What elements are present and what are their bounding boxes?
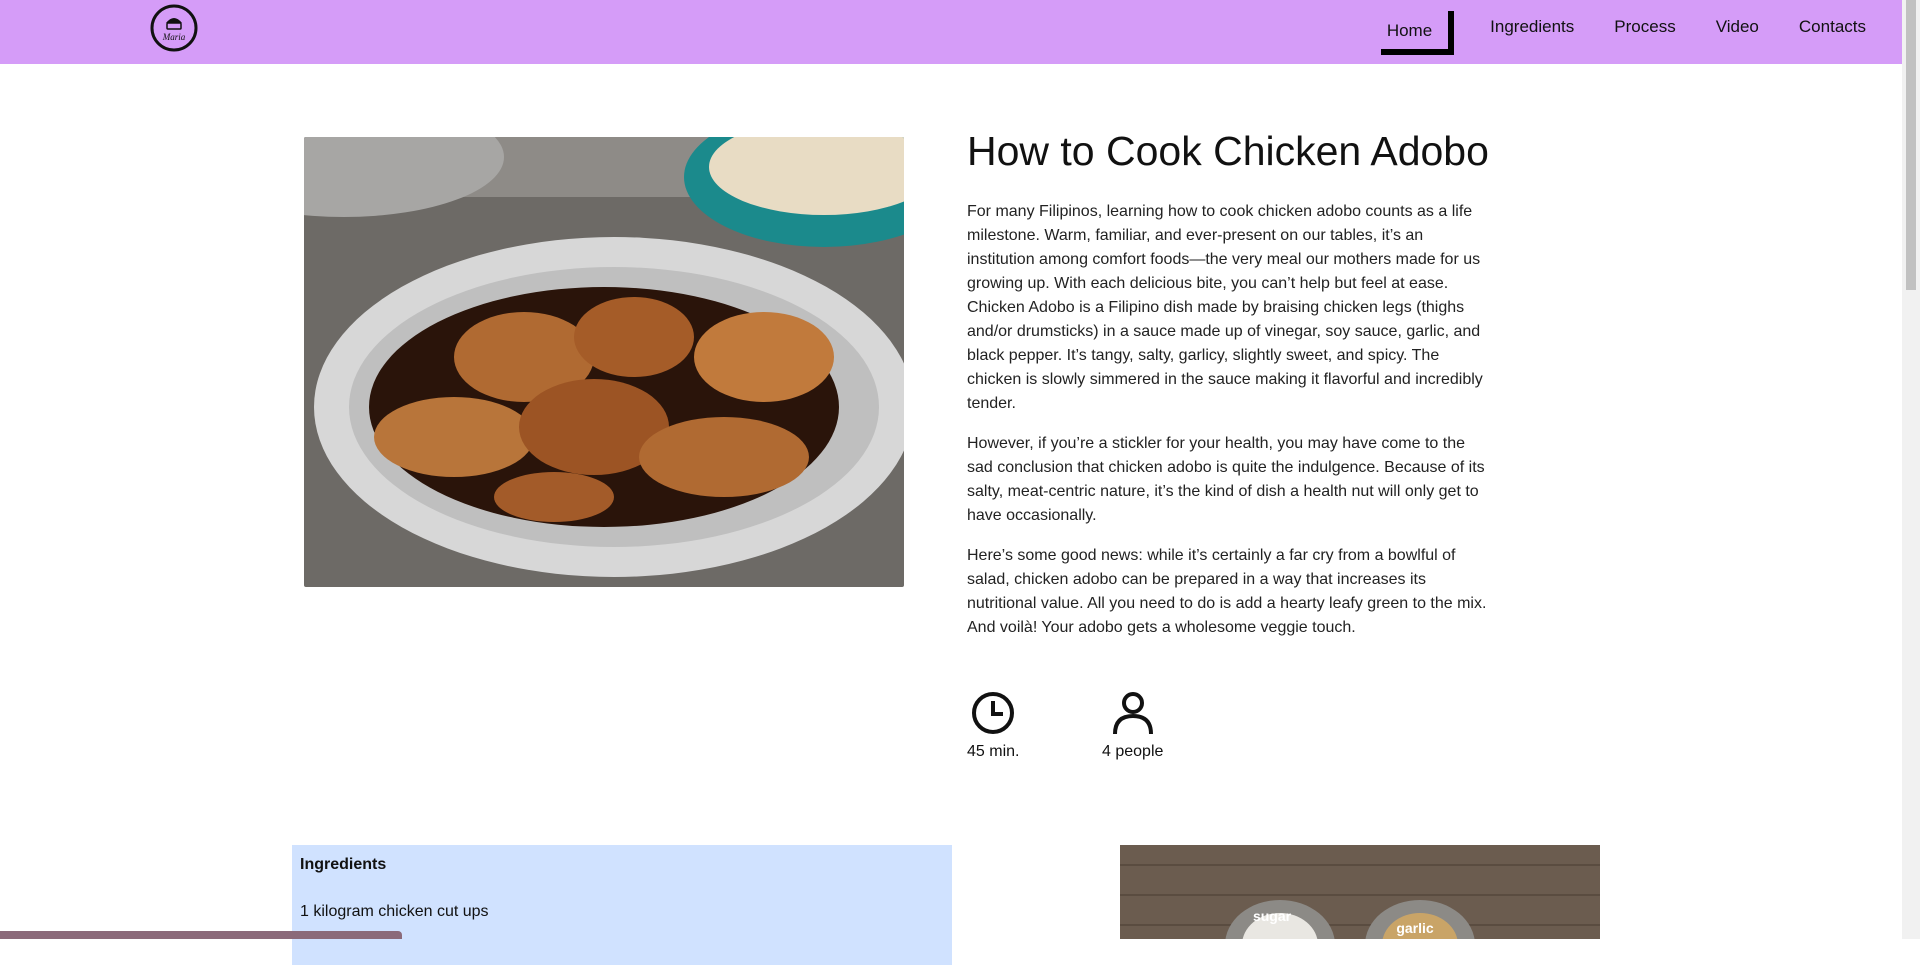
nav-contacts-link[interactable]: Contacts [1795, 11, 1870, 43]
garlic-label: garlic [1396, 920, 1434, 936]
cook-time-label: 45 min. [967, 743, 1020, 760]
cook-time: 45 min. [967, 690, 1019, 761]
article-paragraph: Here’s some good news: while it’s certai… [967, 547, 1487, 636]
nav-home-link[interactable]: Home [1380, 11, 1455, 55]
servings: 4 people [1102, 690, 1163, 761]
page-title: How to Cook Chicken Adobo [967, 128, 1489, 174]
nav-menu: Home Ingredients Process Video Contacts [1380, 0, 1870, 55]
page-scrollbar[interactable] [1902, 0, 1920, 939]
clock-icon [972, 692, 1015, 734]
scrollbar-thumb[interactable] [1906, 0, 1916, 290]
article-paragraph: However, if you’re a stickler for your h… [967, 435, 1485, 524]
nav-ingredients-link[interactable]: Ingredients [1486, 11, 1578, 43]
person-icon [1112, 692, 1153, 735]
nav-process-link[interactable]: Process [1610, 11, 1679, 43]
ingredient-item: 1 kilogram chicken cut ups [300, 903, 489, 920]
ingredients-title: Ingredients [300, 856, 387, 873]
nav-video-link[interactable]: Video [1712, 11, 1763, 43]
navbar: Maria Home Ingredients Process Video Con… [0, 0, 1902, 64]
logo-icon[interactable]: Maria [148, 3, 200, 53]
spices-image: sugar garlic [1120, 845, 1600, 939]
article-paragraph: For many Filipinos, learning how to cook… [967, 203, 1483, 412]
servings-label: 4 people [1102, 743, 1164, 760]
sugar-label: sugar [1253, 908, 1292, 924]
link-preview-status-bar [0, 931, 402, 939]
article-body: For many Filipinos, learning how to cook… [967, 200, 1490, 656]
chicken-adobo-image [304, 137, 904, 587]
logo-text: Maria [162, 32, 186, 42]
ingredients-box: Ingredients 1 kilogram chicken cut ups [292, 845, 952, 965]
